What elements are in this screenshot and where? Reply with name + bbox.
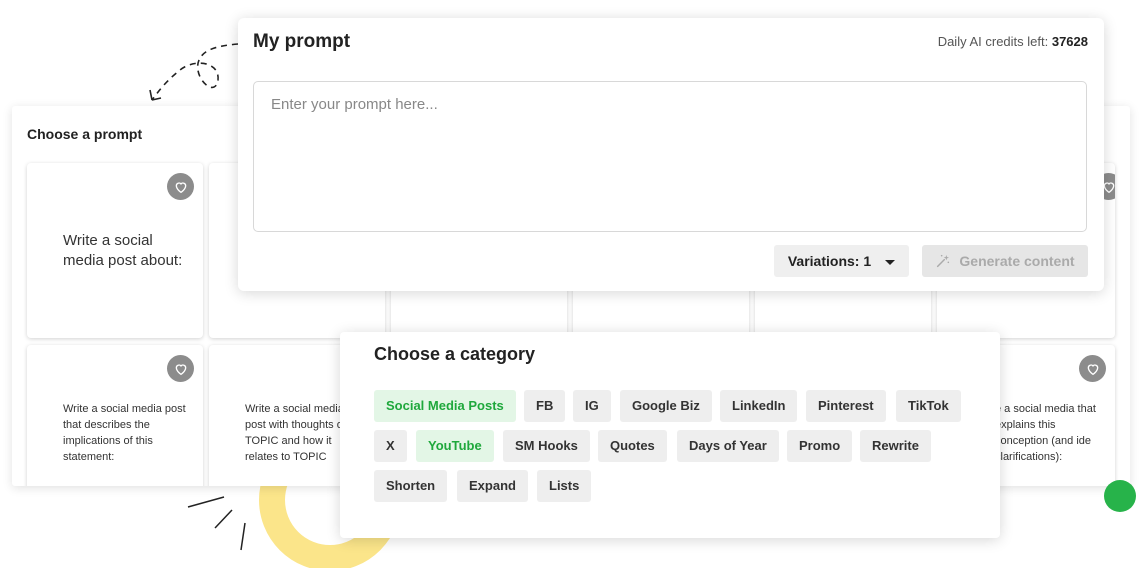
- magic-wand-icon: [937, 254, 950, 268]
- category-chip-lists[interactable]: Lists: [537, 470, 592, 502]
- generate-content-button[interactable]: Generate content: [922, 245, 1088, 277]
- spark-line-decoration: [187, 496, 225, 508]
- chat-widget-button[interactable]: [1104, 480, 1136, 512]
- prompt-card-text: Write a social media post that describes…: [63, 403, 186, 463]
- prompt-card[interactable]: Write a social media post that describes…: [27, 345, 203, 486]
- prompt-card-text: Write a social media post about:: [63, 232, 183, 269]
- dashed-arrow-decoration: [151, 43, 239, 101]
- my-prompt-title: My prompt: [253, 31, 351, 52]
- category-chip-x[interactable]: X: [374, 430, 407, 462]
- spark-line-decoration: [214, 509, 233, 529]
- category-chip-sm-hooks[interactable]: SM Hooks: [503, 430, 590, 462]
- variations-label: Variations: 1: [787, 253, 872, 269]
- category-chip-days-of-year[interactable]: Days of Year: [677, 430, 779, 462]
- prompt-input[interactable]: [253, 81, 1087, 232]
- heart-icon[interactable]: [167, 355, 194, 382]
- credits-value: 37628: [1051, 34, 1088, 49]
- category-chip-fb[interactable]: FB: [524, 390, 566, 422]
- category-chip-promo[interactable]: Promo: [787, 430, 853, 462]
- heart-icon[interactable]: [167, 173, 194, 200]
- caret-down-icon: [885, 260, 896, 265]
- category-chip-ig[interactable]: IG: [573, 390, 611, 422]
- choose-category-title: Choose a category: [374, 344, 536, 364]
- heart-icon[interactable]: [1079, 355, 1106, 382]
- generate-content-label: Generate content: [959, 253, 1075, 269]
- prompt-card-text: e a social media that explains this conc…: [995, 403, 1096, 463]
- category-chip-expand[interactable]: Expand: [457, 470, 528, 502]
- spark-line-decoration: [240, 522, 246, 551]
- category-chip-linkedin[interactable]: LinkedIn: [720, 390, 798, 422]
- category-chip-social-media-posts[interactable]: Social Media Posts: [374, 390, 516, 422]
- choose-category-panel: Choose a category Social Media Posts FB …: [340, 332, 1000, 538]
- category-chip-pinterest[interactable]: Pinterest: [806, 390, 886, 422]
- choose-prompt-title: Choose a prompt: [27, 126, 143, 142]
- category-chip-shorten[interactable]: Shorten: [374, 470, 448, 502]
- credits-label: Daily AI credits left:: [937, 34, 1052, 49]
- prompt-card[interactable]: Write a social media post about:: [27, 163, 203, 338]
- category-chip-tiktok[interactable]: TikTok: [896, 390, 961, 422]
- my-prompt-panel: My prompt Daily AI credits left: 37628 V…: [238, 18, 1104, 291]
- category-chip-youtube[interactable]: YouTube: [416, 430, 494, 462]
- variations-dropdown[interactable]: Variations: 1: [774, 245, 909, 277]
- category-chip-rewrite[interactable]: Rewrite: [860, 430, 931, 462]
- category-chip-quotes[interactable]: Quotes: [598, 430, 667, 462]
- credits-readout: Daily AI credits left: 37628: [938, 34, 1088, 49]
- category-chip-google-biz[interactable]: Google Biz: [620, 390, 712, 422]
